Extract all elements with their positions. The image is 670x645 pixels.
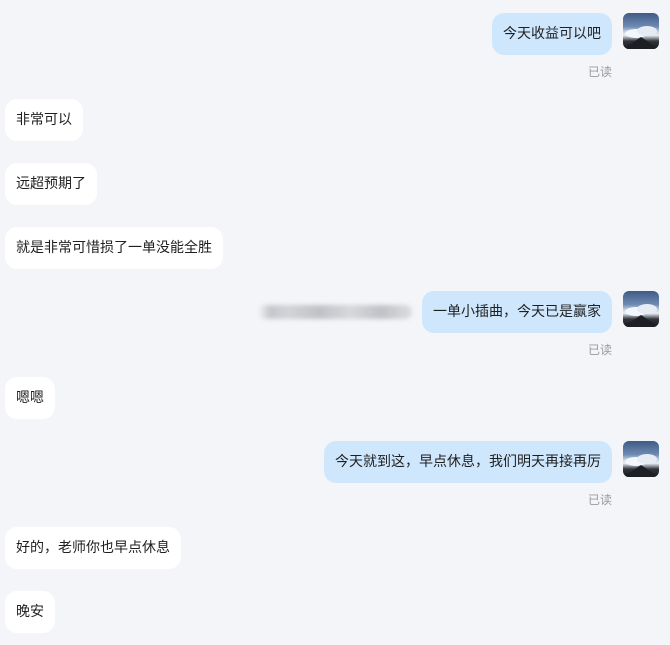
- avatar-mountain-shape: [623, 315, 659, 327]
- avatar-cloud-shape: [637, 304, 657, 314]
- message-bubble-incoming[interactable]: 远超预期了: [5, 163, 97, 205]
- avatar-cloud-shape: [637, 26, 657, 36]
- message-bubble-incoming[interactable]: 嗯嗯: [5, 377, 55, 419]
- avatar-cloud-shape: [637, 454, 657, 464]
- message-bubble-incoming[interactable]: 就是非常可惜损了一单没能全胜: [5, 227, 223, 269]
- message-bubble-outgoing[interactable]: 今天就到这，早点休息，我们明天再接再厉: [324, 441, 612, 483]
- message-bubble-incoming[interactable]: 好的，老师你也早点休息: [5, 527, 181, 569]
- read-status: 已读: [587, 343, 612, 357]
- chat-message-list[interactable]: 今天收益可以吧 已读 非常可以 远超预期了 就是非常可惜损了一单没能全胜 一单小…: [0, 0, 670, 645]
- read-status: 已读: [587, 493, 612, 507]
- blurred-redacted-text: [258, 305, 412, 319]
- message-bubble-outgoing[interactable]: 一单小插曲，今天已是赢家: [422, 291, 612, 333]
- message-row-outgoing: 今天就到这，早点休息，我们明天再接再厉 已读: [0, 441, 670, 511]
- user-avatar[interactable]: [623, 291, 659, 327]
- message-row-incoming: 就是非常可惜损了一单没能全胜: [0, 227, 670, 269]
- avatar-mountain-shape: [623, 465, 659, 477]
- message-row-outgoing: 一单小插曲，今天已是赢家 已读: [0, 291, 670, 361]
- message-row-outgoing: 今天收益可以吧 已读: [0, 13, 670, 83]
- message-row-incoming: 非常可以: [0, 99, 670, 141]
- read-status: 已读: [587, 65, 612, 79]
- message-row-incoming: 晚安: [0, 591, 670, 633]
- user-avatar[interactable]: [623, 13, 659, 49]
- message-bubble-outgoing[interactable]: 今天收益可以吧: [492, 13, 612, 55]
- avatar-mountain-shape: [623, 37, 659, 49]
- message-bubble-incoming[interactable]: 非常可以: [5, 99, 83, 141]
- message-row-incoming: 嗯嗯: [0, 377, 670, 419]
- message-bubble-incoming[interactable]: 晚安: [5, 591, 55, 633]
- message-row-incoming: 远超预期了: [0, 163, 670, 205]
- user-avatar[interactable]: [623, 441, 659, 477]
- message-row-incoming: 好的，老师你也早点休息: [0, 527, 670, 569]
